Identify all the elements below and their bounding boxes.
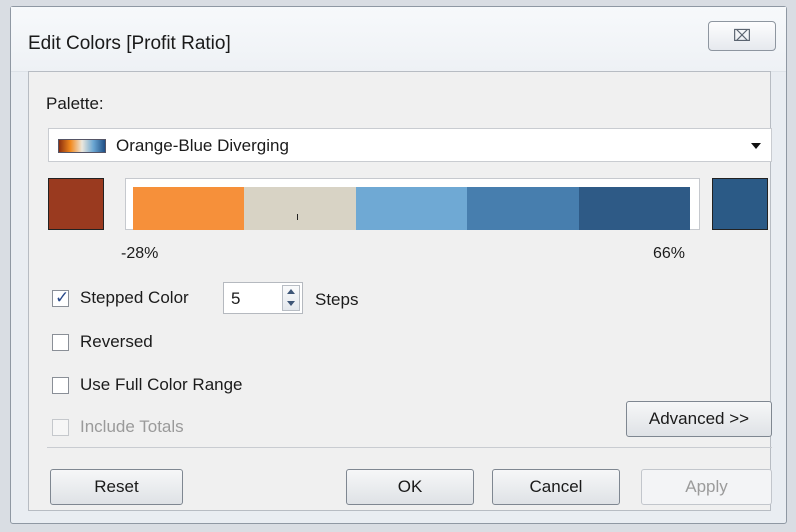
advanced-button[interactable]: Advanced >> — [626, 401, 772, 437]
palette-dropdown[interactable]: Orange-Blue Diverging — [48, 128, 772, 162]
palette-label: Palette: — [46, 94, 104, 113]
close-button[interactable]: ⌧ — [708, 21, 776, 51]
color-step — [578, 187, 691, 230]
stepped-color-label: Stepped Color — [80, 288, 189, 307]
use-full-color-range-checkbox[interactable] — [52, 377, 69, 394]
reversed-checkbox[interactable] — [52, 334, 69, 351]
color-step — [355, 187, 468, 230]
steps-stepper[interactable]: 5 — [223, 282, 303, 314]
ok-button[interactable]: OK — [346, 469, 474, 505]
max-value-label: 66% — [653, 245, 686, 262]
stepper-down-icon[interactable] — [287, 301, 295, 306]
dialog-body: Palette: Orange-Blue Diverging -28% 66% … — [28, 71, 772, 511]
title-bar[interactable]: Edit Colors [Profit Ratio] ⌧ — [11, 7, 786, 72]
edit-colors-dialog: Edit Colors [Profit Ratio] ⌧ Palette: Or… — [10, 6, 787, 524]
use-full-color-range-label: Use Full Color Range — [80, 375, 243, 394]
checkmark-icon: ✓ — [55, 288, 70, 307]
close-icon: ⌧ — [732, 28, 752, 45]
palette-selected-value: Orange-Blue Diverging — [116, 136, 289, 155]
apply-button[interactable]: Apply — [641, 469, 772, 505]
color-ramp — [125, 178, 700, 230]
stepped-color-checkbox[interactable]: ✓ — [52, 288, 70, 307]
palette-swatch-icon — [58, 139, 106, 153]
center-tick — [297, 214, 298, 220]
stepper-buttons[interactable] — [282, 285, 300, 311]
dialog-title: Edit Colors [Profit Ratio] — [28, 33, 231, 54]
color-step — [244, 187, 356, 230]
reversed-label: Reversed — [80, 332, 153, 351]
chevron-down-icon — [751, 143, 761, 149]
reset-button[interactable]: Reset — [50, 469, 183, 505]
end-color-swatch[interactable] — [712, 178, 768, 230]
start-color-swatch[interactable] — [48, 178, 104, 230]
steps-value: 5 — [231, 289, 241, 308]
cancel-button[interactable]: Cancel — [492, 469, 620, 505]
stepper-up-icon[interactable] — [287, 289, 295, 294]
divider — [47, 447, 772, 448]
steps-label: Steps — [315, 290, 359, 309]
include-totals-checkbox[interactable] — [52, 419, 69, 436]
color-steps — [133, 187, 691, 230]
color-step — [467, 187, 579, 230]
min-value-label: -28% — [121, 245, 159, 262]
include-totals-label: Include Totals — [80, 417, 184, 436]
color-step — [133, 187, 245, 230]
